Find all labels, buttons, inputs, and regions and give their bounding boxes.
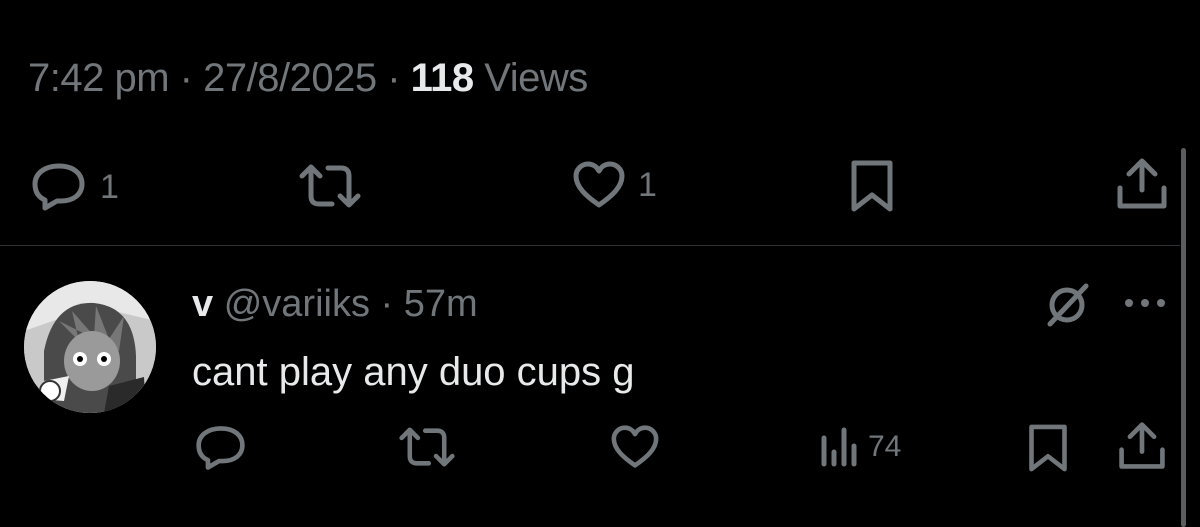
views-label: Views xyxy=(484,56,588,100)
reply-like-button[interactable] xyxy=(610,424,660,470)
share-icon xyxy=(1117,158,1167,209)
reply-button[interactable]: 1 xyxy=(30,162,119,212)
reply-header: v @variiks · 57m xyxy=(192,283,478,326)
more-icon xyxy=(1125,299,1165,307)
views-count: 118 xyxy=(410,56,475,100)
views-icon xyxy=(821,427,857,467)
like-button[interactable]: 1 xyxy=(572,160,657,210)
post-date[interactable]: 27/8/2025 xyxy=(203,56,377,100)
retweet-icon xyxy=(399,427,455,467)
post-metadata: 7:42 pm · 27/8/2025 · 118 Views xyxy=(28,56,588,101)
share-button[interactable] xyxy=(1114,156,1170,212)
avatar[interactable] xyxy=(24,281,156,413)
like-count: 1 xyxy=(638,165,657,204)
reply-time[interactable]: 57m xyxy=(404,283,478,325)
bookmark-icon xyxy=(1029,424,1067,472)
heart-icon xyxy=(573,161,625,208)
reply-author-name[interactable]: v xyxy=(192,283,213,325)
reply-author-handle[interactable]: @variiks xyxy=(224,283,370,325)
grok-button[interactable] xyxy=(1042,282,1092,328)
post-time[interactable]: 7:42 pm xyxy=(28,56,170,100)
share-icon xyxy=(1119,422,1165,469)
reply-views-count: 74 xyxy=(868,430,902,463)
reply-count: 1 xyxy=(100,167,119,206)
retweet-button[interactable] xyxy=(298,162,362,210)
grok-icon xyxy=(1047,283,1089,327)
more-button[interactable] xyxy=(1122,296,1168,310)
reply-bookmark-button[interactable] xyxy=(1026,422,1070,474)
reply-retweet-button[interactable] xyxy=(398,425,456,469)
reply-text: cant play any duo cups g xyxy=(192,350,635,394)
heart-icon xyxy=(611,425,659,468)
reply-views-button[interactable]: 74 xyxy=(820,426,901,468)
meta-separator: · xyxy=(179,56,193,100)
meta-separator: · xyxy=(387,56,401,100)
reply-reply-button[interactable] xyxy=(194,424,248,472)
reply-icon xyxy=(32,163,85,211)
divider xyxy=(0,245,1180,246)
retweet-icon xyxy=(299,164,361,208)
reply-share-button[interactable] xyxy=(1116,420,1168,472)
scrollbar[interactable] xyxy=(1181,148,1186,527)
reply-icon xyxy=(196,426,245,470)
bookmark-icon xyxy=(851,160,893,212)
bookmark-button[interactable] xyxy=(848,158,896,214)
meta-separator: · xyxy=(380,283,394,325)
